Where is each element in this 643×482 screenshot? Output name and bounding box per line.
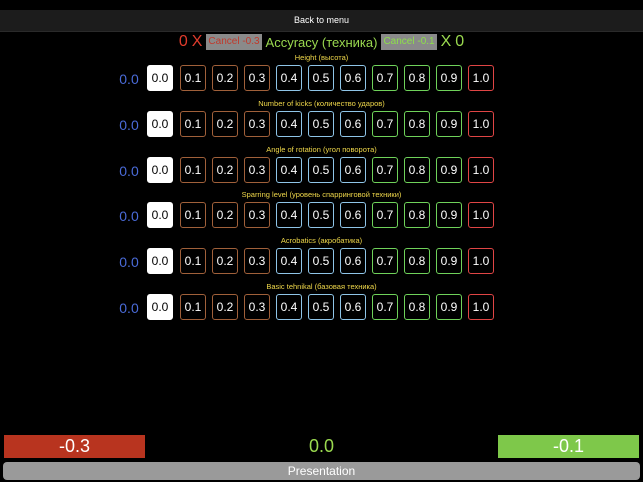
score-button[interactable]: 0.4 [276,202,302,228]
score-button[interactable]: 0.1 [180,65,206,91]
score-button[interactable]: 0.0 [147,294,173,320]
criterion-value: 0.0 [119,208,139,224]
criterion-label: Height (высота) [294,53,349,62]
criterion-value: 0.0 [119,117,139,133]
score-button[interactable]: 0.5 [308,248,334,274]
score-button[interactable]: 0.8 [404,65,430,91]
criterion-label: Number of kicks (количество ударов) [258,99,385,108]
score-button[interactable]: 0.4 [276,157,302,183]
score-button[interactable]: 0.1 [180,157,206,183]
score-button[interactable]: 0.9 [436,248,462,274]
score-button[interactable]: 0.4 [276,111,302,137]
score-button[interactable]: 0.2 [212,111,238,137]
score-button[interactable]: 0.5 [308,157,334,183]
criterion-value: 0.0 [119,254,139,270]
cancel-minus-0-1-button[interactable]: Cancel -0.1 [381,34,437,50]
deduction-x-right: X [440,33,452,50]
score-button[interactable]: 0.1 [180,294,206,320]
score-button[interactable]: 0.8 [404,157,430,183]
criterion-value: 0.0 [119,300,139,316]
score-button[interactable]: 0.6 [340,65,366,91]
score-button[interactable]: 0.7 [372,294,398,320]
score-button[interactable]: 0.2 [212,202,238,228]
score-button[interactable]: 0.4 [276,294,302,320]
score-button[interactable]: 0.5 [308,65,334,91]
score-button[interactable]: 0.0 [147,111,173,137]
cancel-minus-0-3-button[interactable]: Cancel -0.3 [206,34,262,50]
score-button[interactable]: 0.8 [404,111,430,137]
score-button[interactable]: 1.0 [468,294,494,320]
back-to-menu-button[interactable]: Back to menu [0,10,643,31]
score-button[interactable]: 0.2 [212,157,238,183]
total-score: 0.0 [308,436,335,456]
score-button[interactable]: 0.2 [212,65,238,91]
score-button[interactable]: 0.9 [436,202,462,228]
deduction-x-left: X [191,33,203,50]
score-button[interactable]: 0.8 [404,248,430,274]
score-button[interactable]: 0.6 [340,248,366,274]
score-button[interactable]: 0.3 [244,157,270,183]
score-button[interactable]: 0.8 [404,294,430,320]
score-button[interactable]: 1.0 [468,248,494,274]
score-button[interactable]: 0.1 [180,202,206,228]
score-button[interactable]: 0.6 [340,157,366,183]
score-button[interactable]: 0.7 [372,111,398,137]
score-button[interactable]: 0.9 [436,65,462,91]
score-button[interactable]: 0.3 [244,111,270,137]
score-button[interactable]: 0.5 [308,202,334,228]
score-button[interactable]: 0.1 [180,111,206,137]
score-button[interactable]: 0.5 [308,111,334,137]
navigation-bar: Back to menu [0,10,643,32]
score-button[interactable]: 1.0 [468,65,494,91]
score-button[interactable]: 0.2 [212,248,238,274]
score-button[interactable]: 0.2 [212,294,238,320]
score-button[interactable]: 0.0 [147,65,173,91]
score-button[interactable]: 0.1 [180,248,206,274]
score-button[interactable]: 0.5 [308,294,334,320]
criterion-label: Sparring level (уровень спарринговой тех… [241,190,402,199]
score-button[interactable]: 1.0 [468,157,494,183]
score-button[interactable]: 0.9 [436,157,462,183]
score-button[interactable]: 0.7 [372,248,398,274]
criterion-value: 0.0 [119,71,139,87]
score-button[interactable]: 0.3 [244,294,270,320]
score-button[interactable]: 0.0 [147,248,173,274]
score-button[interactable]: 0.3 [244,248,270,274]
score-button[interactable]: 0.3 [244,65,270,91]
deduction-count-left: 0 [178,33,188,50]
score-button[interactable]: 0.3 [244,202,270,228]
deduction-count-right: 0 [455,33,465,50]
score-button[interactable]: 0.7 [372,202,398,228]
score-button[interactable]: 0.6 [340,111,366,137]
minus-0-3-button[interactable]: -0.3 [4,435,145,458]
presentation-button[interactable]: Presentation [3,462,640,480]
criterion-value: 0.0 [119,163,139,179]
score-button[interactable]: 0.9 [436,111,462,137]
score-button[interactable]: 1.0 [468,111,494,137]
score-button[interactable]: 0.4 [276,248,302,274]
section-title: Accyracy (техника) [265,34,378,50]
score-button[interactable]: 0.0 [147,202,173,228]
score-button[interactable]: 0.7 [372,157,398,183]
score-button[interactable]: 0.6 [340,202,366,228]
score-button[interactable]: 0.4 [276,65,302,91]
minus-0-1-button[interactable]: -0.1 [498,435,639,458]
criterion-label: Angle of rotation (угол поворота) [266,145,377,154]
score-button[interactable]: 0.7 [372,65,398,91]
score-button[interactable]: 0.0 [147,157,173,183]
score-button[interactable]: 0.9 [436,294,462,320]
score-button[interactable]: 0.8 [404,202,430,228]
criterion-label: Acrobatics (акробатика) [280,236,363,245]
score-button[interactable]: 0.6 [340,294,366,320]
criterion-label: Basic tehnikal (базовая техника) [266,282,377,291]
score-button[interactable]: 1.0 [468,202,494,228]
accuracy-header: 0 X Cancel -0.3 Accyracy (техника) Cance… [0,32,643,52]
